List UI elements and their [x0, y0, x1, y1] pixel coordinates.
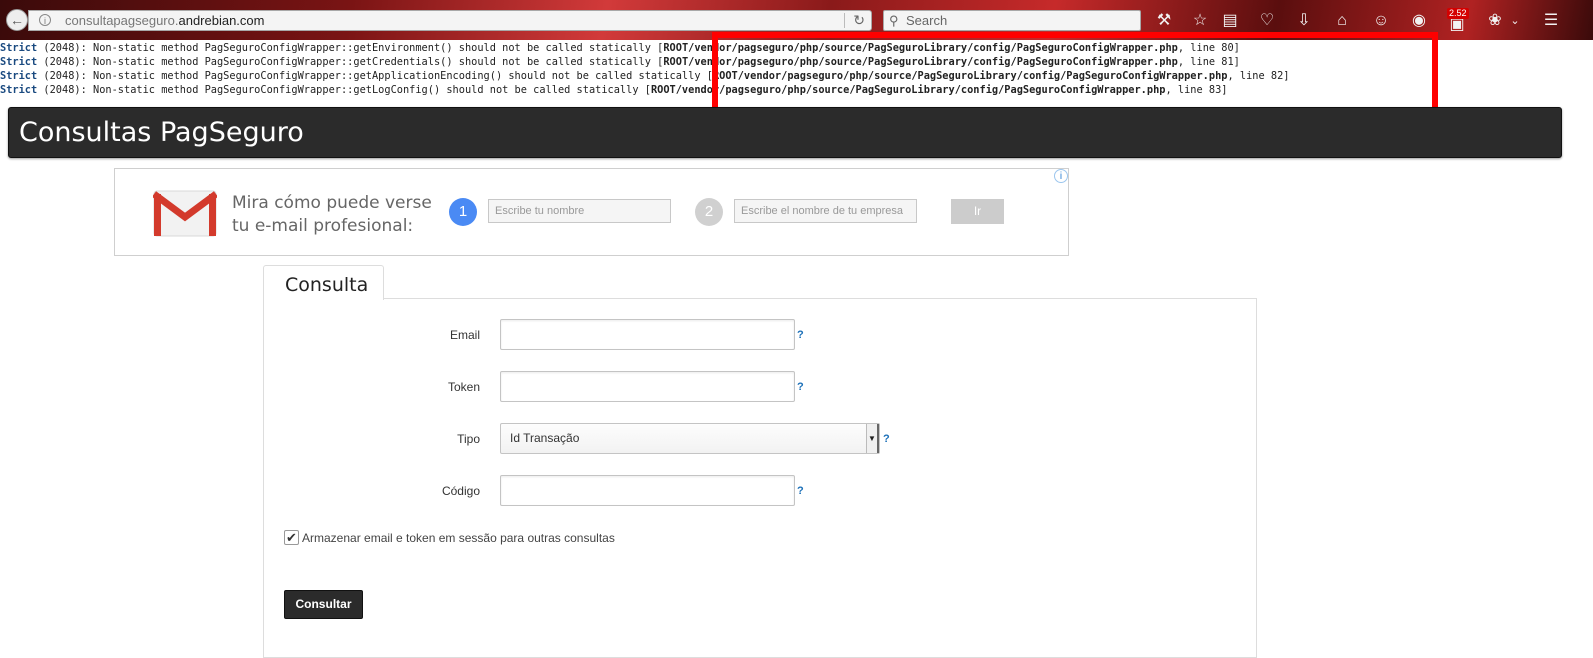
- wrench-icon[interactable]: ⚒: [1153, 10, 1175, 32]
- adchoices-icon[interactable]: i: [1054, 169, 1068, 183]
- url-prefix: consultapagseguro.: [65, 13, 179, 28]
- highlight-annotation-box: [712, 32, 1438, 114]
- download-icon[interactable]: ⇩: [1293, 10, 1315, 32]
- home-icon[interactable]: ⌂: [1331, 10, 1353, 32]
- ad-headline: Mira cómo puede verse tu e-mail profesio…: [232, 193, 432, 236]
- step-1-indicator: 1: [449, 198, 477, 226]
- tipo-select[interactable]: Id Transação ▼: [500, 423, 880, 454]
- search-placeholder: Search: [906, 13, 948, 28]
- url-divider: [844, 13, 845, 28]
- info-icon[interactable]: i: [39, 14, 51, 26]
- consultar-button[interactable]: Consultar: [284, 590, 363, 619]
- smiley-icon[interactable]: ☺: [1370, 10, 1392, 32]
- token-label: Token: [447, 380, 480, 394]
- pocket-icon[interactable]: ♡: [1256, 10, 1278, 32]
- email-help-link[interactable]: ?: [797, 328, 804, 342]
- remember-label: Armazenar email e token em sessão para o…: [302, 531, 615, 545]
- site-header: Consultas PagSeguro: [8, 107, 1562, 158]
- ad-name-input[interactable]: Escribe tu nombre: [488, 199, 671, 223]
- codigo-field[interactable]: [500, 475, 795, 506]
- bookmark-star-icon[interactable]: ☆: [1189, 10, 1211, 32]
- email-label: Email: [449, 328, 480, 342]
- step-2-indicator: 2: [695, 198, 723, 226]
- tipo-label: Tipo: [457, 432, 480, 446]
- url-host: andrebian.com: [178, 13, 265, 28]
- chevron-down-icon[interactable]: ⌄: [1504, 10, 1526, 32]
- ad-banner[interactable]: Mira cómo puede verse tu e-mail profesio…: [114, 168, 1069, 256]
- url-text: consultapagseguro.andrebian.com: [65, 11, 264, 30]
- remember-checkbox[interactable]: ✔: [284, 530, 299, 545]
- page-title: Consultas PagSeguro: [19, 117, 304, 148]
- codigo-label: Código: [441, 484, 480, 498]
- addon-bug-icon[interactable]: ❀: [1484, 10, 1506, 32]
- tab-label: Consulta: [285, 274, 369, 296]
- search-icon: ⚲: [889, 13, 899, 28]
- gmail-logo-icon: [153, 190, 217, 237]
- tipo-help-link[interactable]: ?: [883, 432, 890, 446]
- ad-company-input[interactable]: Escribe el nombre de tu empresa: [734, 199, 917, 223]
- reload-icon[interactable]: ↻: [853, 11, 865, 30]
- search-input[interactable]: ⚲ Search: [883, 10, 1141, 31]
- tipo-selected-value: Id Transação: [510, 431, 580, 445]
- chevron-down-icon[interactable]: ▼: [866, 424, 879, 453]
- codigo-help-link[interactable]: ?: [797, 484, 804, 498]
- email-field[interactable]: [500, 319, 795, 350]
- token-help-link[interactable]: ?: [797, 380, 804, 394]
- hamburger-menu-icon[interactable]: ☰: [1540, 10, 1562, 32]
- counter-badge: 2.52: [1447, 8, 1469, 19]
- tab-consulta[interactable]: Consulta: [263, 265, 384, 300]
- ad-go-button[interactable]: Ir: [951, 199, 1004, 224]
- token-field[interactable]: [500, 371, 795, 402]
- extension-icon[interactable]: ◉: [1408, 10, 1430, 32]
- url-bar[interactable]: i consultapagseguro.andrebian.com ↻: [28, 10, 872, 31]
- reading-list-icon[interactable]: ▤: [1219, 10, 1241, 32]
- checkmark-icon: ✔: [286, 530, 297, 545]
- back-arrow-icon[interactable]: ←: [6, 9, 28, 31]
